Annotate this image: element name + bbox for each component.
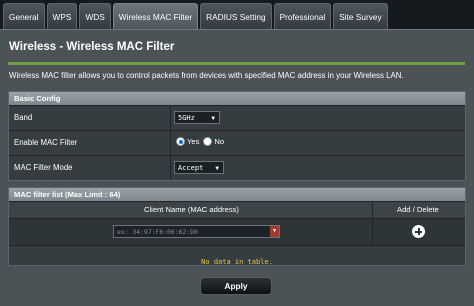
content-panel: Wireless - Wireless MAC Filter Wireless …: [0, 29, 474, 306]
empty-table-row: No data in table.: [9, 245, 465, 266]
page-title: Wireless - Wireless MAC Filter: [9, 41, 175, 53]
band-select-value: 5GHz: [178, 114, 195, 122]
tab-site-survey[interactable]: Site Survey: [333, 3, 388, 29]
basic-config-table: Basic Config Band 5GHz ▼ Enable MAC Filt…: [8, 91, 466, 181]
tab-wds[interactable]: WDS: [79, 3, 111, 29]
mac-filter-mode-row: MAC Filter Mode Accept ▼: [9, 155, 465, 180]
tab-radius-setting[interactable]: RADIUS Setting: [200, 3, 272, 29]
mac-filter-list-header: MAC filter list (Max Limit : 64): [9, 188, 465, 201]
row-divider: [170, 131, 171, 155]
row-divider: [170, 106, 171, 130]
router-settings-page: General WPS WDS Wireless MAC Filter RADI…: [0, 0, 474, 306]
radio-no[interactable]: [203, 137, 213, 146]
chevron-down-icon: ▼: [215, 165, 219, 172]
tab-bar: General WPS WDS Wireless MAC Filter RADI…: [3, 3, 388, 29]
radio-yes-label: Yes: [187, 137, 200, 146]
mac-address-input[interactable]: [114, 226, 272, 237]
apply-button[interactable]: Apply: [200, 277, 272, 295]
mac-address-combobox: ▼: [113, 225, 280, 238]
enable-mac-filter-radio-group: Yes No: [176, 137, 228, 146]
band-select[interactable]: 5GHz ▼: [174, 111, 220, 124]
column-add-delete: Add / Delete: [397, 205, 439, 214]
tab-professional[interactable]: Professional: [273, 3, 332, 29]
band-row: Band 5GHz ▼: [9, 105, 465, 130]
mac-filter-list-table: MAC filter list (Max Limit : 64) Client …: [8, 187, 466, 266]
tab-wireless-mac-filter[interactable]: Wireless MAC Filter: [112, 3, 199, 29]
dropdown-arrow-icon[interactable]: ▼: [270, 226, 279, 237]
empty-table-message: No data in table.: [201, 258, 273, 266]
column-client-name: Client Name (MAC address): [144, 205, 239, 214]
mac-input-row: ▼: [9, 218, 465, 245]
radio-no-label: No: [214, 137, 225, 146]
radio-yes[interactable]: [176, 137, 185, 146]
tab-general[interactable]: General: [3, 3, 45, 29]
enable-mac-filter-label: Enable MAC Filter: [14, 138, 78, 147]
band-label: Band: [14, 113, 33, 122]
mac-list-column-headers: Client Name (MAC address) Add / Delete: [9, 201, 465, 218]
row-divider: [170, 156, 171, 180]
tab-wps[interactable]: WPS: [46, 3, 78, 29]
column-divider: [372, 202, 373, 218]
column-divider: [372, 219, 373, 245]
mac-filter-mode-value: Accept: [178, 164, 204, 172]
title-divider: [8, 62, 465, 65]
add-icon[interactable]: [412, 225, 425, 238]
mac-filter-mode-label: MAC Filter Mode: [14, 163, 73, 172]
enable-mac-filter-row: Enable MAC Filter Yes No: [9, 130, 465, 155]
mac-filter-mode-select[interactable]: Accept ▼: [174, 161, 224, 174]
basic-config-header: Basic Config: [9, 92, 465, 105]
page-description: Wireless MAC filter allows you to contro…: [9, 71, 404, 80]
chevron-down-icon: ▼: [211, 115, 215, 122]
